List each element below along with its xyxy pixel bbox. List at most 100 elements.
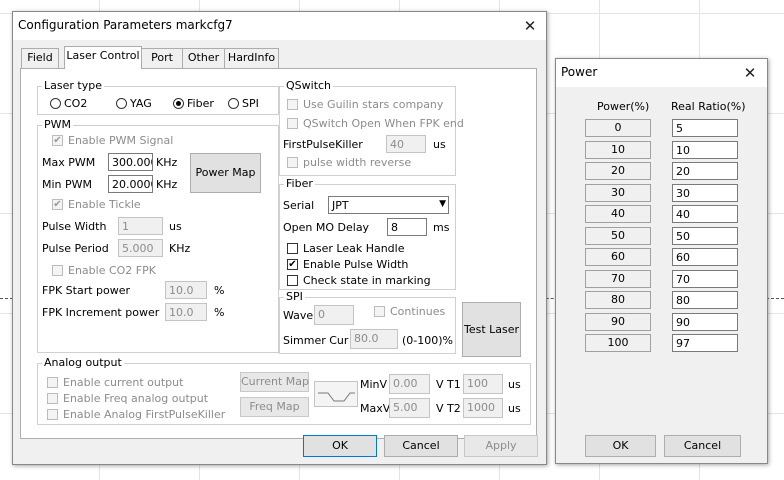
real-ratio-input[interactable]: 97	[672, 334, 738, 352]
ok-button[interactable]: OK	[303, 435, 377, 457]
freq-map-button[interactable]: Freq Map	[240, 397, 309, 417]
laser-leak-label: Laser Leak Handle	[303, 242, 405, 255]
real-ratio-input[interactable]: 60	[672, 248, 738, 266]
minv-input[interactable]: 0.00	[389, 374, 430, 394]
power-title: Power	[561, 65, 598, 79]
radio-co2[interactable]	[50, 98, 61, 109]
open-mo-delay-input[interactable]: 8	[387, 218, 427, 236]
enable-pulse-width-checkbox[interactable]: ✔	[287, 259, 298, 270]
enable-current-checkbox[interactable]	[47, 377, 58, 388]
tab-field[interactable]: Field	[21, 48, 59, 68]
open-mo-delay-unit: ms	[433, 221, 450, 234]
config-titlebar: Configuration Parameters markcfg7 ✕	[13, 12, 546, 40]
power-cancel-button[interactable]: Cancel	[664, 435, 741, 457]
real-ratio-input[interactable]: 40	[672, 205, 738, 223]
real-ratio-input[interactable]: 90	[672, 312, 738, 331]
pwm-group: PWM ✔ Enable PWM Signal Max PWM 300.000 …	[37, 118, 279, 353]
min-pwm-input[interactable]: 20.0000	[108, 175, 153, 193]
real-ratio-input[interactable]: 20	[672, 162, 738, 180]
pulse-period-input[interactable]: 5.000	[118, 239, 163, 257]
real-ratio-input[interactable]: 70	[672, 269, 738, 288]
fpk-start-label: FPK Start power	[42, 284, 131, 297]
max-pwm-input[interactable]: 300.000	[108, 153, 153, 171]
radio-fiber-label: Fiber	[187, 97, 214, 110]
enable-pulse-width-label: Enable Pulse Width	[303, 258, 409, 271]
apply-button[interactable]: Apply	[464, 435, 538, 457]
tab-other[interactable]: Other	[182, 48, 225, 68]
power-cell: 40	[585, 205, 651, 223]
power-cell: 90	[585, 312, 651, 331]
first-pulse-killer-unit: us	[433, 138, 446, 151]
enable-co2-fpk-checkbox[interactable]	[52, 265, 63, 276]
continues-checkbox[interactable]	[374, 306, 385, 317]
min-pwm-label: Min PWM	[42, 178, 93, 191]
max-pwm-label: Max PWM	[42, 156, 96, 169]
enable-fpk-checkbox[interactable]	[47, 409, 58, 420]
enable-tickle-checkbox[interactable]: ✔	[52, 199, 63, 210]
spi-label: SPI	[284, 290, 305, 303]
qswitch-group: QSwitch Use Guilin stars company QSwitch…	[279, 79, 464, 176]
first-pulse-killer-input[interactable]: 40	[386, 135, 426, 153]
current-map-button[interactable]: Current Map	[240, 372, 309, 392]
enable-freq-label: Enable Freq analog output	[63, 392, 209, 405]
power-cell: 10	[585, 140, 651, 159]
chevron-down-icon[interactable]: ▼	[439, 197, 446, 212]
real-ratio-input[interactable]: 30	[672, 183, 738, 202]
test-laser-button[interactable]: Test Laser	[462, 302, 521, 357]
real-ratio-input[interactable]: 50	[672, 226, 738, 245]
laser-type-label: Laser type	[42, 79, 104, 92]
analog-output-label: Analog output	[42, 356, 124, 369]
fpk-start-unit: %	[214, 284, 225, 297]
fpk-increment-unit: %	[214, 306, 225, 319]
pulse-width-reverse-checkbox[interactable]	[287, 157, 298, 168]
maxv-input[interactable]: 5.00	[389, 398, 430, 418]
enable-freq-checkbox[interactable]	[47, 393, 58, 404]
radio-spi-label: SPI	[242, 97, 259, 110]
power-titlebar: Power ✕	[556, 59, 767, 87]
tab-laser-control[interactable]: Laser Control	[64, 46, 142, 69]
open-mo-delay-label: Open MO Delay	[283, 221, 370, 234]
simmer-input[interactable]: 80.0	[350, 329, 398, 349]
qswitch-label: QSwitch	[284, 79, 334, 92]
pulse-width-input[interactable]: 1	[118, 217, 163, 235]
fpk-increment-input[interactable]: 10.0	[165, 303, 207, 321]
enable-pwm-checkbox[interactable]: ✔	[52, 135, 63, 146]
first-pulse-killer-label: FirstPulseKiller	[283, 138, 363, 151]
radio-fiber[interactable]	[173, 98, 184, 109]
enable-tickle-label: Enable Tickle	[68, 198, 141, 211]
pulse-width-reverse-label: pulse width reverse	[303, 156, 412, 169]
real-ratio-input[interactable]: 10	[672, 140, 738, 159]
t2-unit: us	[508, 402, 521, 415]
qswitch-open-checkbox[interactable]	[287, 118, 298, 129]
power-cell: 0	[585, 119, 651, 137]
power-window: Power ✕ Power(%) Real Ratio(%) 0 5 10 10 20 2…	[555, 58, 768, 464]
radio-spi[interactable]	[228, 98, 239, 109]
pulse-width-unit: us	[169, 220, 182, 233]
power-cell: 60	[585, 248, 651, 266]
real-ratio-input[interactable]: 80	[672, 291, 738, 309]
tab-port[interactable]: Port	[141, 48, 183, 68]
fpk-start-input[interactable]: 10.0	[165, 281, 207, 299]
laser-leak-checkbox[interactable]	[287, 243, 298, 254]
close-icon[interactable]: ✕	[739, 62, 761, 84]
enable-co2-fpk-label: Enable CO2 FPK	[68, 264, 156, 277]
cancel-button[interactable]: Cancel	[384, 435, 458, 457]
pulse-width-label: Pulse Width	[42, 220, 107, 233]
t2-input[interactable]: 1000	[463, 398, 503, 418]
power-ok-button[interactable]: OK	[585, 435, 656, 457]
power-map-button[interactable]: Power Map	[190, 153, 261, 193]
serial-label: Serial	[283, 199, 315, 212]
minv-label: MinV	[360, 378, 388, 391]
serial-select[interactable]: JPT ▼	[328, 196, 449, 214]
enable-current-label: Enable current output	[63, 376, 184, 389]
t2-label: V T2	[436, 402, 461, 415]
real-ratio-input[interactable]: 5	[672, 119, 738, 137]
tab-hardinfo[interactable]: HardInfo	[224, 48, 279, 68]
t1-input[interactable]: 100	[463, 374, 503, 394]
close-icon[interactable]: ✕	[519, 15, 541, 37]
use-guilin-checkbox[interactable]	[287, 99, 298, 110]
pulse-period-unit: KHz	[169, 242, 191, 255]
check-state-checkbox[interactable]	[287, 275, 298, 286]
wave-input[interactable]: 0	[314, 305, 354, 325]
radio-yag[interactable]	[116, 98, 127, 109]
